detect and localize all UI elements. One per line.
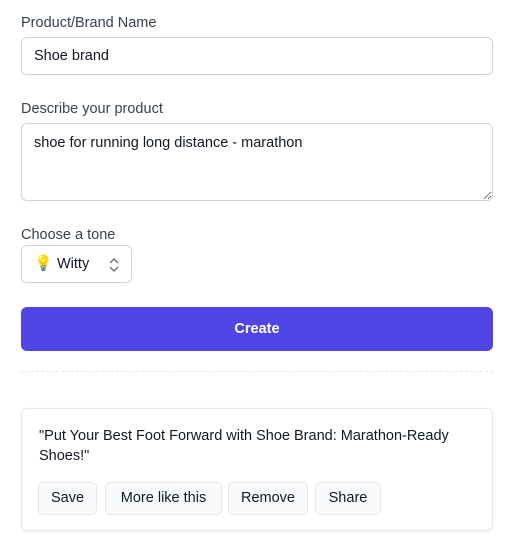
share-button[interactable]: Share [315,482,381,515]
section-divider [21,371,493,372]
tone-label: Choose a tone [21,227,116,243]
ad-generator-form: Product/Brand Name Describe your product… [0,0,516,549]
create-button[interactable]: Create [21,307,493,351]
description-label: Describe your product [21,101,163,117]
result-text: "Put Your Best Foot Forward with Shoe Br… [39,428,449,464]
brand-name-input[interactable] [21,37,493,75]
save-button[interactable]: Save [38,482,97,515]
tone-select-value: Witty [57,256,90,272]
brand-name-label: Product/Brand Name [21,15,157,31]
chevron-up-down-icon [109,258,119,272]
result-card: "Put Your Best Foot Forward with Shoe Br… [21,408,493,531]
lightbulb-icon: 💡 [34,255,53,272]
tone-select[interactable]: 💡 Witty [21,245,132,283]
more-like-this-button[interactable]: More like this [105,482,222,515]
description-textarea[interactable]: shoe for running long distance - maratho… [21,123,493,201]
remove-button[interactable]: Remove [228,482,308,515]
